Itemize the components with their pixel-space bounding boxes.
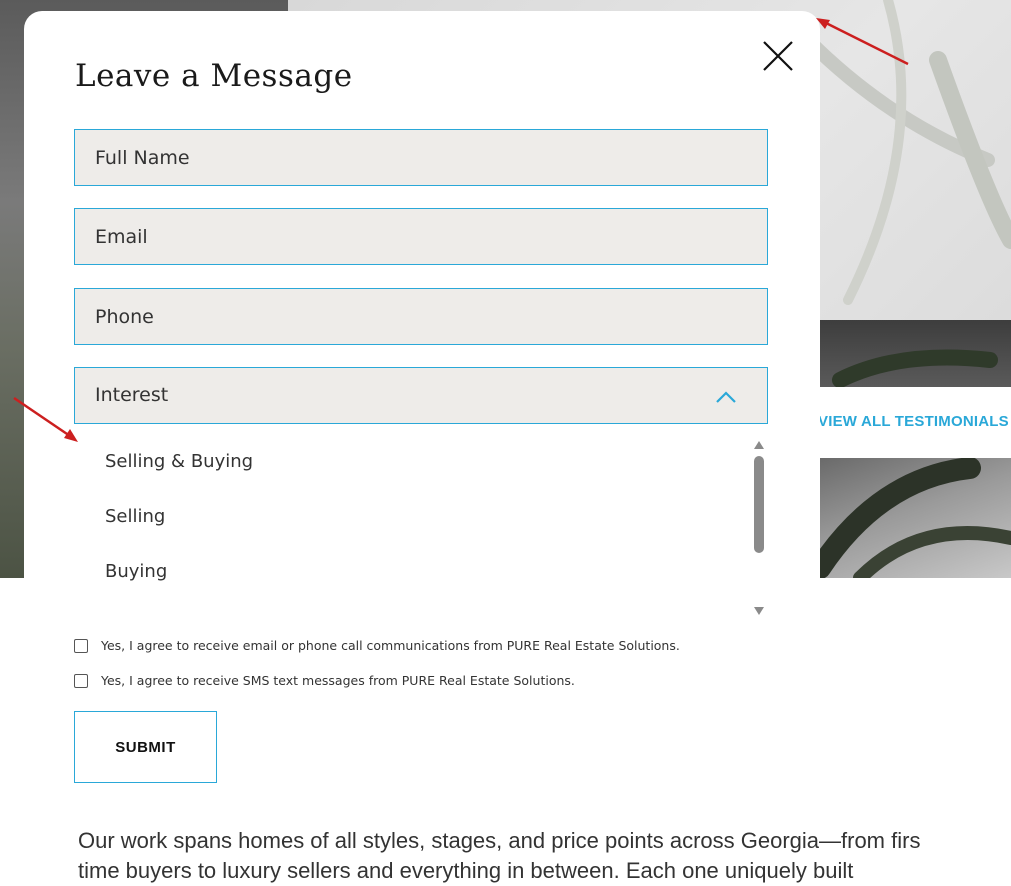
scroll-down-arrow-icon[interactable] xyxy=(753,606,765,616)
scroll-up-arrow-icon[interactable] xyxy=(753,440,765,450)
interest-select[interactable]: Interest xyxy=(74,367,768,424)
close-button[interactable] xyxy=(760,38,796,74)
email-input[interactable] xyxy=(75,209,767,264)
interest-dropdown-list: Selling & Buying Selling Buying xyxy=(74,435,770,620)
consent-sms[interactable]: Yes, I agree to receive SMS text message… xyxy=(74,673,575,688)
consent-sms-label: Yes, I agree to receive SMS text message… xyxy=(101,673,575,688)
modal-title: Leave a Message xyxy=(75,58,353,94)
phone-input[interactable] xyxy=(75,289,767,344)
consent-sms-checkbox[interactable] xyxy=(74,673,88,688)
dropdown-option-selling-buying[interactable]: Selling & Buying xyxy=(105,451,253,472)
full-name-input[interactable] xyxy=(75,130,767,185)
annotation-arrow-icon xyxy=(816,18,909,66)
view-all-testimonials-link[interactable]: VIEW ALL TESTIMONIALS xyxy=(818,413,1009,430)
background-image-band xyxy=(820,320,1011,388)
phone-field[interactable] xyxy=(74,288,768,345)
interest-select-value: Interest xyxy=(95,384,169,406)
annotation-arrow-icon xyxy=(13,396,78,442)
intro-paragraph: Our work spans homes of all styles, stag… xyxy=(78,826,1011,886)
intro-line-2: time buyers to luxury sellers and everyt… xyxy=(78,858,854,883)
full-name-field[interactable] xyxy=(74,129,768,186)
consent-email-phone[interactable]: Yes, I agree to receive email or phone c… xyxy=(74,638,680,653)
close-icon xyxy=(763,41,793,71)
dropdown-option-selling[interactable]: Selling xyxy=(105,506,165,527)
intro-line-1: Our work spans homes of all styles, stag… xyxy=(78,828,921,853)
chevron-up-icon xyxy=(716,391,736,403)
consent-email-phone-checkbox[interactable] xyxy=(74,638,88,653)
background-image-bottom xyxy=(820,458,1011,578)
submit-button[interactable]: SUBMIT xyxy=(74,711,217,783)
email-field[interactable] xyxy=(74,208,768,265)
scrollbar-thumb[interactable] xyxy=(754,456,764,553)
dropdown-option-buying[interactable]: Buying xyxy=(105,561,167,582)
consent-email-phone-label: Yes, I agree to receive email or phone c… xyxy=(101,638,680,653)
